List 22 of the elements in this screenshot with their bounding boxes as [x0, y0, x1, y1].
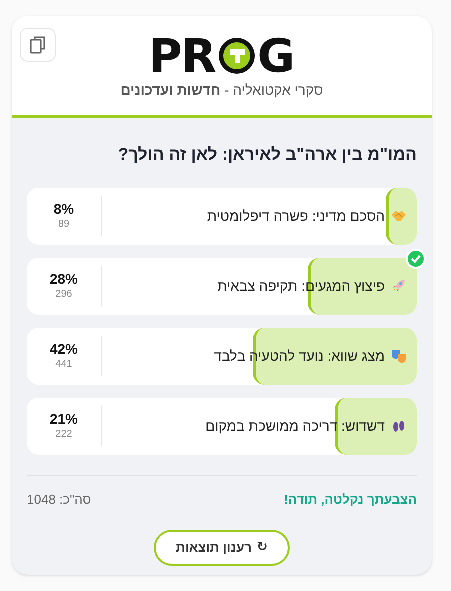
vote-count: 89 — [58, 218, 70, 231]
refresh-button[interactable]: ↻ רענון תוצאות — [154, 530, 290, 566]
total-votes: סה"כ: 1048 — [27, 490, 92, 508]
vote-count: 296 — [56, 288, 72, 301]
percentage: 42% — [50, 341, 78, 358]
rocket-icon — [391, 278, 407, 294]
poll-question: המו"מ בין ארה"ב לאיראן: לאן זה הולך? — [117, 144, 417, 166]
theater-masks-icon — [391, 348, 407, 364]
refresh-icon: ↻ — [257, 538, 268, 558]
percentage: 8% — [54, 201, 74, 218]
logo-icon — [216, 36, 257, 76]
logo-text: G — [258, 33, 296, 79]
copy-icon — [30, 36, 46, 54]
tagline: סקרי אקטואליה - חדשות ועדכונים — [120, 81, 324, 100]
percentage: 28% — [50, 271, 78, 288]
option-label: הסכם מדיני: פשרה דיפלומטית — [207, 206, 385, 226]
logo-text: PR — [148, 33, 216, 79]
copy-button[interactable] — [20, 28, 56, 62]
vote-count: 222 — [56, 428, 72, 441]
vote-count: 441 — [56, 358, 72, 371]
vote-confirmation: הצבעתך נקלטה, תודה! — [284, 490, 417, 508]
percentage: 21% — [50, 411, 78, 428]
